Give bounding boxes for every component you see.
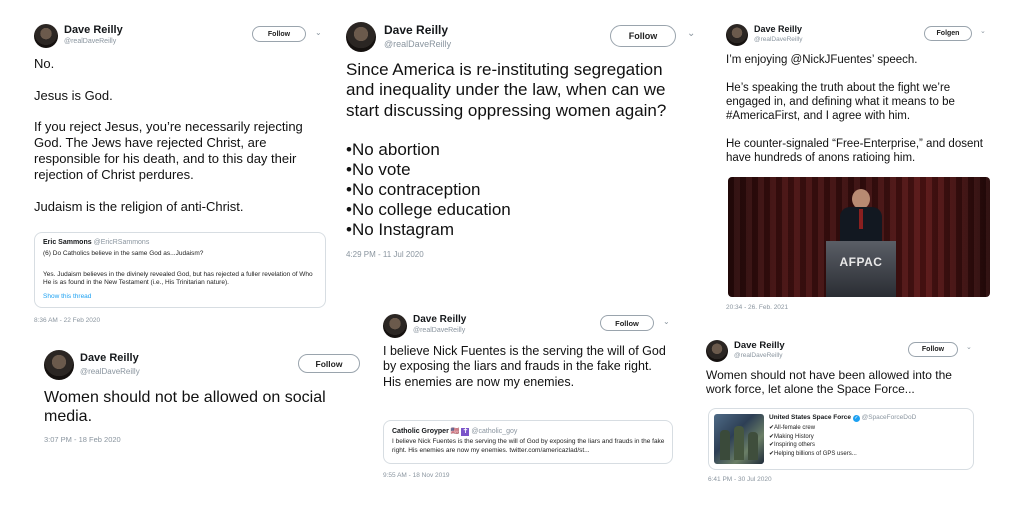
quote-text-line2: Yes. Judaism believes in the divinely re…: [43, 271, 313, 287]
timestamp[interactable]: 20:34 - 26. Feb. 2021: [726, 304, 788, 311]
quote-text-line1: (6) Do Catholics believe in the same God…: [43, 250, 204, 257]
list-item: ✔Making History: [769, 433, 814, 440]
author-name[interactable]: Dave Reilly: [413, 314, 466, 325]
tweet-text: Women should not have been allowed into …: [706, 368, 952, 397]
show-thread-link[interactable]: Show this thread: [43, 293, 91, 300]
quote-items: ✔All-female crew ✔Making History ✔Inspir…: [769, 424, 857, 458]
quote-author: United States Space Force ✓ @SpaceForceD…: [769, 414, 916, 422]
chevron-down-icon[interactable]: ⌄: [966, 343, 972, 351]
quoted-tweet[interactable]: United States Space Force ✓ @SpaceForceD…: [708, 408, 974, 470]
author-name[interactable]: Dave Reilly: [734, 340, 785, 351]
author-name[interactable]: Dave Reilly: [80, 352, 139, 364]
follow-button[interactable]: Follow: [252, 26, 306, 42]
list-item: •No vote: [346, 160, 411, 179]
quote-author-name: Eric Sammons: [43, 239, 92, 246]
avatar[interactable]: [726, 24, 748, 46]
tweet-card-4: Dave Reilly @realDaveReilly Follow Women…: [40, 346, 370, 450]
podium-sign: AFPAC: [839, 255, 883, 269]
quote-author: Catholic Groyper 🇺🇸 ✝ @catholic_goy: [392, 427, 517, 436]
list-item: •No Instagram: [346, 220, 454, 239]
quoted-tweet[interactable]: Catholic Groyper 🇺🇸 ✝ @catholic_goy I be…: [383, 420, 673, 464]
quote-author-handle: @SpaceForceDoD: [861, 414, 917, 421]
follow-button[interactable]: Follow: [298, 354, 360, 373]
tweet-bullet-list: •No abortion •No vote •No contraception …: [346, 140, 511, 240]
author-name[interactable]: Dave Reilly: [64, 24, 123, 36]
tweet-text: Women should not be allowed on social me…: [44, 389, 326, 426]
avatar[interactable]: [706, 340, 728, 362]
tweet-media-image[interactable]: AFPAC: [728, 177, 990, 297]
tweet-text: I’m enjoying @NickJFuentes’ speech. He’s…: [726, 54, 983, 165]
tweet-text: Since America is re-instituting segregat…: [346, 60, 667, 120]
follow-button[interactable]: Folgen: [924, 26, 972, 41]
timestamp[interactable]: 4:29 PM - 11 Jul 2020: [346, 250, 424, 259]
tweet-text: I believe Nick Fuentes is the serving th…: [383, 344, 666, 389]
flag-icon: 🇺🇸: [450, 428, 460, 435]
tweet-text: No. Jesus is God. If you reject Jesus, y…: [34, 56, 303, 214]
verified-badge-icon: ✓: [852, 415, 860, 422]
follow-button[interactable]: Follow: [610, 25, 676, 47]
author-handle[interactable]: @realDaveReilly: [384, 39, 451, 49]
tweet-card-3: Dave Reilly @realDaveReilly Folgen ⌄ I’m…: [722, 20, 994, 318]
avatar[interactable]: [44, 350, 74, 380]
quote-author-handle: @catholic_goy: [471, 428, 518, 435]
author-handle[interactable]: @realDaveReilly: [413, 327, 465, 334]
list-item: ✔Inspiring others: [769, 442, 816, 448]
author-handle[interactable]: @realDaveReilly: [64, 38, 116, 45]
list-item: •No contraception: [346, 180, 481, 199]
list-item: ✔All-female crew: [769, 425, 816, 431]
chevron-down-icon[interactable]: ⌄: [687, 28, 695, 39]
author-name[interactable]: Dave Reilly: [384, 23, 448, 37]
quote-author: Eric Sammons @EricRSammons: [43, 239, 149, 246]
author-handle[interactable]: @realDaveReilly: [754, 36, 803, 43]
quote-media-image: [714, 414, 764, 464]
timestamp[interactable]: 9:55 AM - 18 Nov 2019: [383, 472, 450, 479]
author-handle[interactable]: @realDaveReilly: [734, 352, 783, 359]
follow-button[interactable]: Follow: [908, 342, 958, 357]
tweet-card-2: Dave Reilly @realDaveReilly Follow ⌄ Sin…: [342, 18, 708, 266]
quote-text: I believe Nick Fuentes is the serving th…: [392, 438, 665, 454]
timestamp[interactable]: 3:07 PM - 18 Feb 2020: [44, 435, 121, 444]
quote-author-handle: @EricRSammons: [93, 239, 150, 246]
chevron-down-icon[interactable]: ⌄: [980, 27, 986, 35]
list-item: •No abortion: [346, 140, 440, 159]
tweet-card-5: Dave Reilly @realDaveReilly Follow ⌄ I b…: [380, 310, 680, 488]
quote-author-name: Catholic Groyper: [392, 428, 449, 435]
list-item: •No college education: [346, 200, 511, 219]
timestamp[interactable]: 6:41 PM - 30 Jul 2020: [708, 476, 772, 483]
author-handle[interactable]: @realDaveReilly: [80, 367, 140, 376]
chevron-down-icon[interactable]: ⌄: [315, 28, 322, 37]
tweet-card-1: Dave Reilly @realDaveReilly Follow ⌄ No.…: [30, 20, 330, 330]
avatar[interactable]: [346, 22, 376, 52]
speaker-figure: [838, 189, 884, 253]
quoted-tweet[interactable]: Eric Sammons @EricRSammons (6) Do Cathol…: [34, 232, 326, 308]
list-item: ✔Helping billions of GPS users...: [769, 450, 857, 457]
avatar[interactable]: [383, 314, 407, 338]
author-name[interactable]: Dave Reilly: [754, 24, 802, 34]
timestamp[interactable]: 8:36 AM - 22 Feb 2020: [34, 317, 100, 324]
tweet-card-6: Dave Reilly @realDaveReilly Follow ⌄ Wom…: [702, 336, 986, 488]
cross-icon: ✝: [461, 428, 470, 436]
quote-author-name: United States Space Force: [769, 414, 851, 421]
avatar[interactable]: [34, 24, 58, 48]
follow-button[interactable]: Follow: [600, 315, 654, 331]
chevron-down-icon[interactable]: ⌄: [663, 317, 670, 326]
podium: AFPAC: [826, 241, 896, 297]
